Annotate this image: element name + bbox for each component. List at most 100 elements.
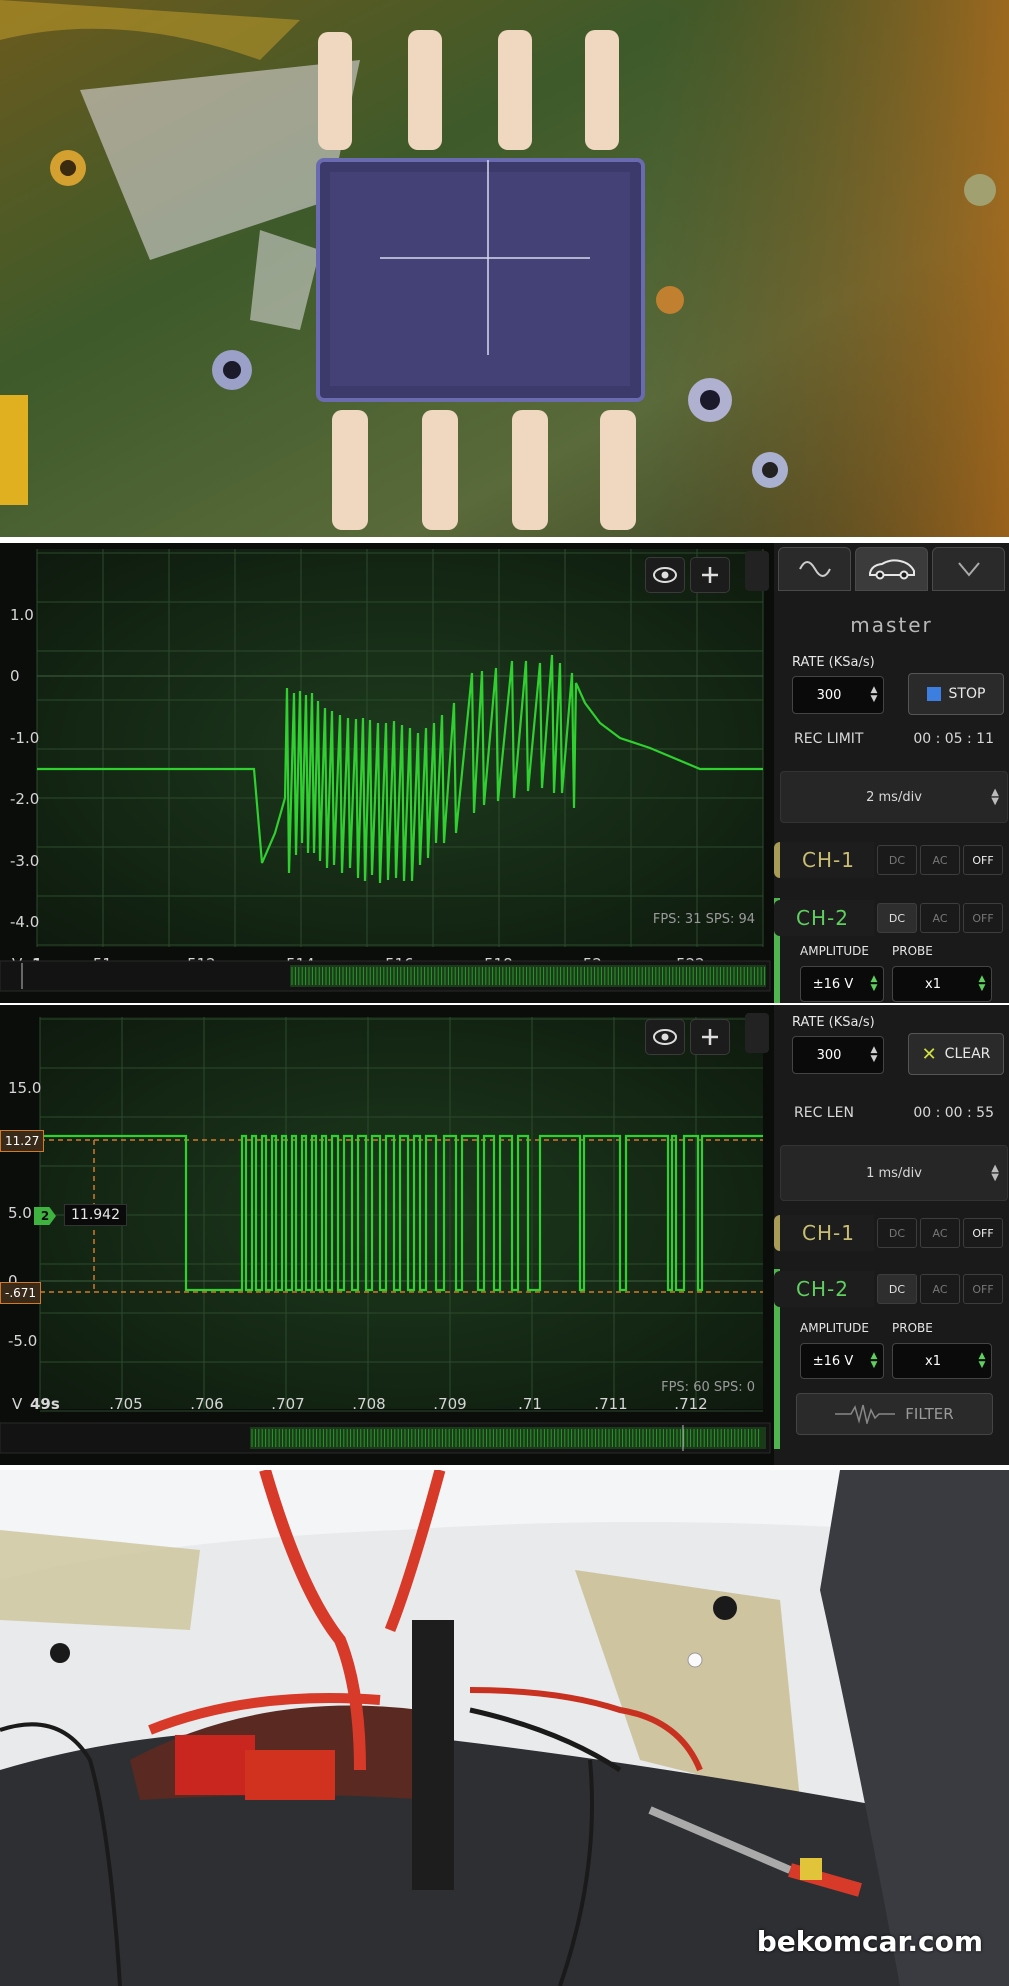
y-tick-label: 0 [10, 667, 20, 685]
timeline-overview[interactable] [290, 965, 766, 987]
chip-photo [0, 0, 1009, 537]
amplitude-stepper[interactable]: ±16 V ▲ ▼ [800, 1343, 884, 1379]
chevron-down-icon [957, 562, 980, 577]
ch1-ac[interactable]: AC [920, 845, 960, 875]
amplitude-value: ±16 V [812, 1353, 854, 1369]
car-trunk-photo: bekomcar.com [0, 1470, 1009, 1986]
channel-2-box: CH-2 DC AC OFF AMPLITUDE PROBE ±16 V ▲ ▼ … [774, 1269, 1007, 1449]
watermark: bekomcar.com [756, 1925, 983, 1958]
y-tick-label: -3.0 [10, 852, 39, 870]
stepper-arrows[interactable]: ▲ ▼ [865, 686, 883, 704]
eye-icon [653, 567, 677, 583]
channel-1-row: CH-1 DC AC OFF [774, 1213, 1009, 1253]
timebase-value: 1 ms/div [866, 1165, 922, 1181]
add-button[interactable] [690, 1019, 730, 1055]
x-tick-label: .711 [594, 1395, 627, 1413]
rate-stepper[interactable]: 300 ▲ ▼ [792, 1036, 884, 1074]
visibility-button[interactable] [645, 1019, 685, 1055]
scroll-handle[interactable] [745, 1013, 769, 1053]
timebase-select[interactable]: 2 ms/div ▲ ▼ [780, 771, 1008, 823]
level-tag-high[interactable]: 11.27 [0, 1130, 45, 1152]
stepper-arrows[interactable]: ▲ ▼ [865, 1352, 883, 1370]
clear-button[interactable]: ✕ CLEAR [908, 1033, 1004, 1075]
rec-limit-label: REC LIMIT [794, 731, 864, 747]
tab-voltage[interactable] [932, 547, 1005, 591]
cursor-readout: 11.942 [64, 1204, 127, 1226]
x-tick-label: .707 [271, 1395, 304, 1413]
plus-icon [702, 1029, 718, 1045]
rec-limit-value: 00 : 05 : 11 [913, 731, 994, 747]
channel-2-label[interactable]: CH-2 [774, 900, 874, 936]
scroll-handle[interactable] [745, 551, 769, 591]
ch2-ac[interactable]: AC [920, 903, 960, 933]
stop-button[interactable]: STOP [908, 673, 1004, 715]
rec-len-row: REC LEN 00 : 00 : 55 [794, 1105, 994, 1121]
stepper-arrows[interactable]: ▲ ▼ [865, 975, 883, 993]
amplitude-label: AMPLITUDE [800, 1321, 869, 1335]
stepper-arrows[interactable]: ▲ ▼ [973, 975, 991, 993]
channel-2-label[interactable]: CH-2 [774, 1271, 874, 1307]
timebase-select[interactable]: 1 ms/div ▲ ▼ [780, 1145, 1008, 1201]
clear-label: CLEAR [944, 1046, 991, 1062]
control-panel-1: master RATE (KSa/s) 300 ▲ ▼ STOP REC LIMI… [774, 543, 1009, 1003]
x-tick-label: .708 [352, 1395, 385, 1413]
timeline-overview[interactable] [250, 1427, 766, 1449]
mode-tabs [778, 547, 1005, 591]
y-tick-label: 1.0 [10, 606, 34, 624]
amplitude-value: ±16 V [812, 976, 854, 992]
add-button[interactable] [690, 557, 730, 593]
ch2-dc[interactable]: DC [877, 1274, 917, 1304]
stop-label: STOP [948, 686, 986, 702]
sine-wave-icon [798, 561, 831, 577]
tab-automotive[interactable] [855, 547, 928, 591]
stepper-arrows[interactable]: ▲ ▼ [973, 1352, 991, 1370]
filter-label: FILTER [905, 1405, 954, 1423]
ch1-ac[interactable]: AC [920, 1218, 960, 1248]
ch2-off[interactable]: OFF [963, 903, 1003, 933]
channel-2-row: CH-2 DC AC OFF [774, 898, 1009, 938]
probe-value: x1 [925, 976, 941, 992]
plot-area-2[interactable]: 15.05.00-5.0 .705.706.707.708.709.71.711… [0, 1005, 774, 1465]
visibility-button[interactable] [645, 557, 685, 593]
rate-stepper[interactable]: 300 ▲ ▼ [792, 676, 884, 714]
clear-icon: ✕ [921, 1043, 937, 1065]
eye-icon [653, 1029, 677, 1045]
rate-value: 300 [816, 687, 842, 703]
stepper-arrows[interactable]: ▲ ▼ [865, 1046, 883, 1064]
amplitude-stepper[interactable]: ±16 V ▲ ▼ [800, 966, 884, 1002]
x-tick-label: .705 [109, 1395, 142, 1413]
time-label: 49s [30, 1395, 60, 1413]
x-tick-label: .709 [433, 1395, 466, 1413]
probe-stepper[interactable]: x1 ▲ ▼ [892, 966, 992, 1002]
level-tag-low[interactable]: -.671 [0, 1282, 42, 1304]
control-panel-2: RATE (KSa/s) 300 ▲ ▼ ✕ CLEAR REC LEN 00 :… [774, 1005, 1009, 1465]
filter-button[interactable]: FILTER [796, 1393, 993, 1435]
ch1-dc[interactable]: DC [877, 1218, 917, 1248]
channel-1-label[interactable]: CH-1 [774, 842, 874, 878]
chevron-updown-icon: ▲ ▼ [991, 787, 999, 807]
rate-label: RATE (KSa/s) [792, 655, 875, 670]
rec-len-label: REC LEN [794, 1105, 854, 1121]
probe-value: x1 [925, 1353, 941, 1369]
tab-waveform[interactable] [778, 547, 851, 591]
fps-readout: FPS: 60 SPS: 0 [661, 1380, 755, 1395]
oscilloscope-screen-1: 1.00-1.0-2.0-3.0-4.0 .51.512.514.516.518… [0, 543, 1009, 1003]
channel-2-box: CH-2 DC AC OFF AMPLITUDE PROBE ±16 V ▲ ▼ … [774, 898, 1007, 1003]
ch2-off[interactable]: OFF [963, 1274, 1003, 1304]
rate-value: 300 [816, 1047, 842, 1063]
oscilloscope-screen-2: 15.0 5.0 0 -5.0 .705.706.707.708.709.71.711… [0, 1005, 1009, 1465]
ch1-off[interactable]: OFF [963, 845, 1003, 875]
ch2-ac[interactable]: AC [920, 1274, 960, 1304]
car-icon [868, 559, 915, 580]
ch1-off[interactable]: OFF [963, 1218, 1003, 1248]
plot-area-1[interactable]: 1.00-1.0-2.0-3.0-4.0 .51.512.514.516.518… [0, 543, 774, 1003]
rec-len-value: 00 : 00 : 55 [913, 1105, 994, 1121]
fps-readout: FPS: 31 SPS: 94 [653, 912, 755, 927]
waveform-icon [835, 1404, 896, 1424]
ch2-dc[interactable]: DC [877, 903, 917, 933]
panel-title: master [850, 613, 933, 637]
probe-stepper[interactable]: x1 ▲ ▼ [892, 1343, 992, 1379]
ch1-dc[interactable]: DC [877, 845, 917, 875]
channel-1-label[interactable]: CH-1 [774, 1215, 874, 1251]
chevron-updown-icon: ▲ ▼ [991, 1163, 999, 1183]
